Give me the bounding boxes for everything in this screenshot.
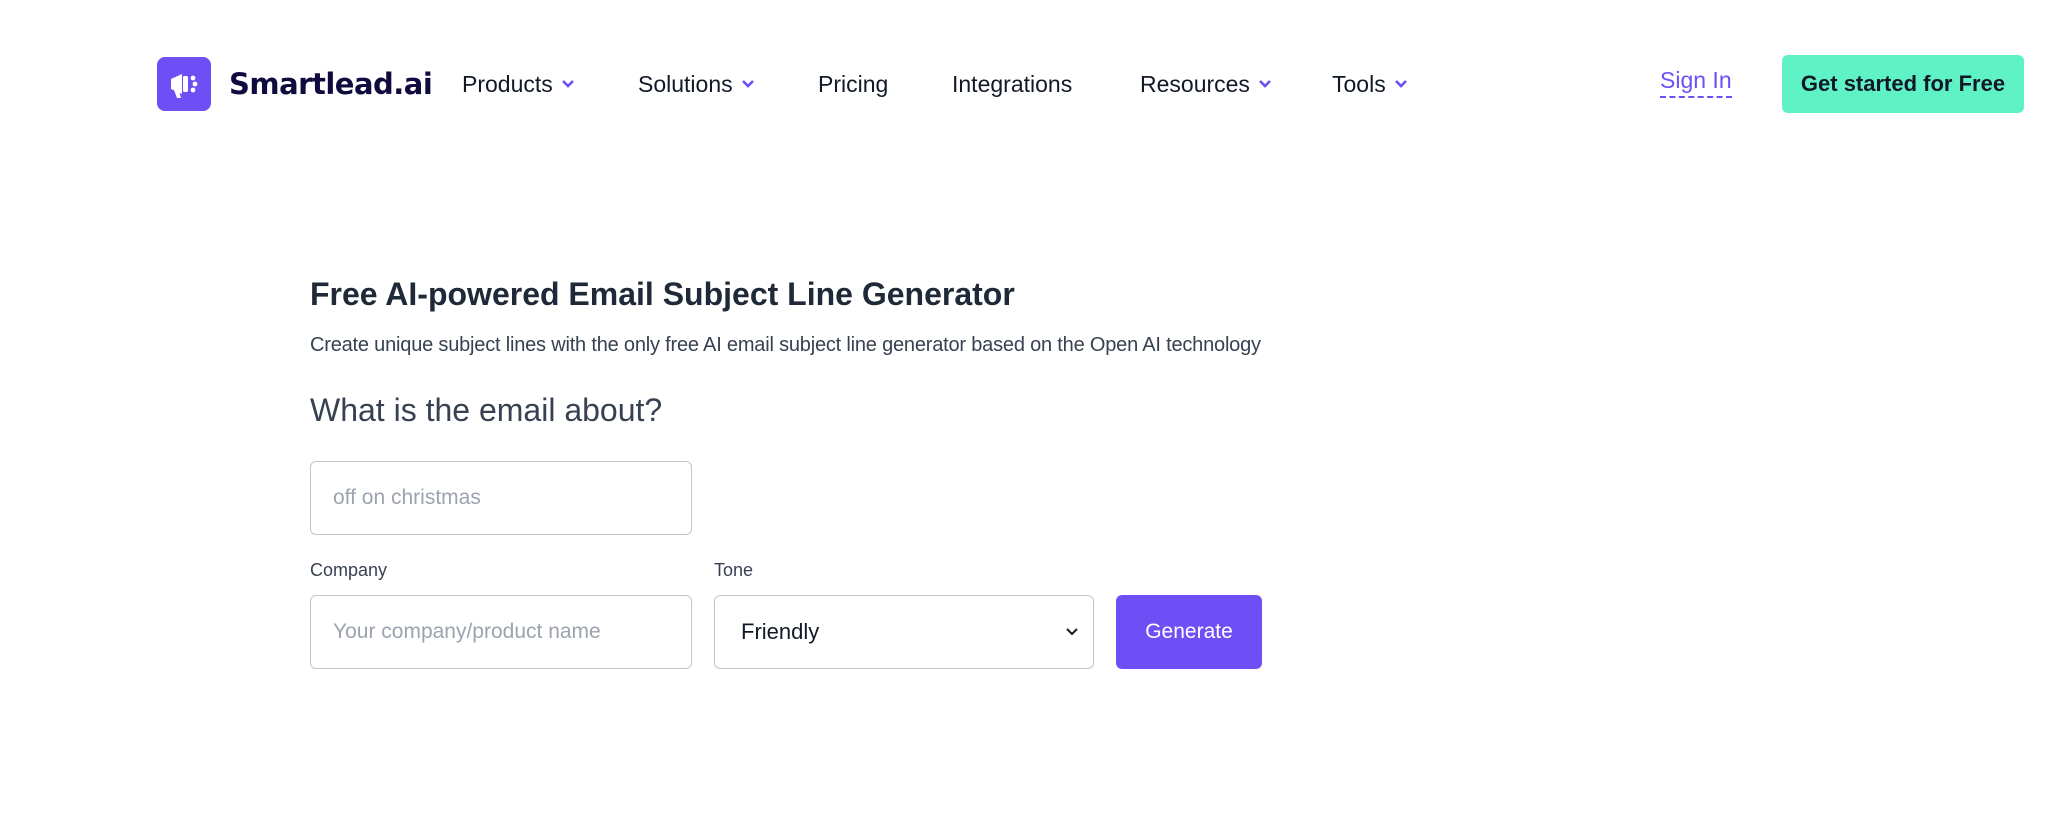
email-topic-question: What is the email about? — [310, 392, 663, 428]
chevron-down-icon — [741, 80, 754, 88]
generator-section: Free AI-powered Email Subject Line Gener… — [310, 270, 1410, 669]
chevron-down-icon — [561, 80, 574, 88]
company-input[interactable] — [310, 595, 692, 669]
sign-in-link[interactable]: Sign In — [1660, 66, 1732, 98]
company-label: Company — [310, 560, 388, 580]
nav-item-pricing[interactable]: Pricing — [818, 64, 888, 104]
page-subtitle: Create unique subject lines with the onl… — [310, 334, 1261, 356]
nav-item-label: Pricing — [818, 70, 889, 97]
megaphone-icon — [157, 57, 211, 111]
generate-button[interactable]: Generate — [1116, 595, 1262, 669]
nav-item-label: Integrations — [952, 70, 1073, 97]
tone-selected-value: Friendly — [741, 619, 820, 644]
nav-item-label: Tools — [1332, 70, 1386, 97]
nav-item-solutions[interactable]: Solutions — [638, 64, 755, 104]
tone-select[interactable]: Friendly — [714, 595, 1094, 669]
nav-item-tools[interactable]: Tools — [1332, 64, 1408, 104]
page-title: Free AI-powered Email Subject Line Gener… — [310, 276, 1015, 312]
nav-item-integrations[interactable]: Integrations — [952, 64, 1072, 104]
brand-name: Smartlead.ai — [229, 67, 433, 101]
get-started-button[interactable]: Get started for Free — [1782, 55, 2024, 113]
nav-item-label: Resources — [1140, 70, 1250, 97]
chevron-down-icon — [1066, 628, 1078, 636]
chevron-down-icon — [1394, 80, 1407, 88]
nav-item-label: Products — [462, 70, 553, 97]
nav-item-products[interactable]: Products — [462, 64, 575, 104]
tone-label: Tone — [714, 560, 754, 580]
email-topic-input[interactable] — [310, 461, 692, 535]
brand-logo[interactable]: Smartlead.ai — [157, 57, 433, 111]
top-navbar: Smartlead.ai Products Solutions Pricing … — [0, 0, 2057, 168]
nav-item-resources[interactable]: Resources — [1140, 64, 1272, 104]
chevron-down-icon — [1259, 80, 1271, 88]
nav-item-label: Solutions — [638, 70, 733, 97]
